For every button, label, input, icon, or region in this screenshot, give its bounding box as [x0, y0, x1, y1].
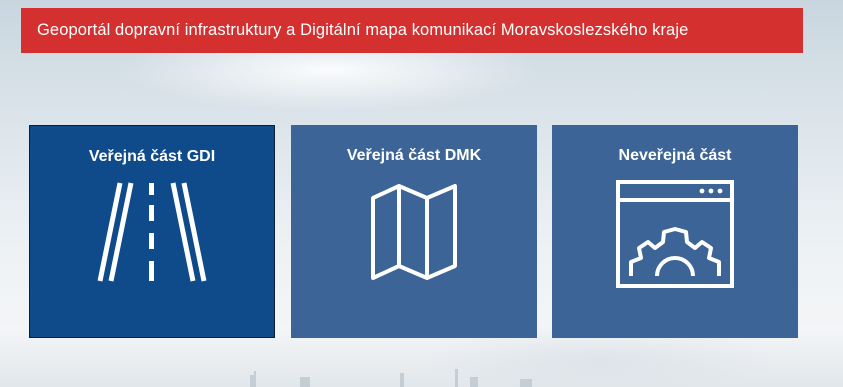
- tile-public-gdi[interactable]: Veřejná část GDI: [29, 125, 275, 338]
- tile-public-dmk[interactable]: Veřejná část DMK: [291, 125, 537, 338]
- city-skyline-decoration: [250, 369, 532, 387]
- road-icon: [97, 182, 207, 282]
- tile-label: Neveřejná část: [618, 147, 732, 164]
- tile-non-public[interactable]: Neveřejná část: [552, 125, 798, 338]
- tile-label: Veřejná část DMK: [346, 147, 482, 164]
- page-title: Geoportál dopravní infrastruktury a Digi…: [37, 21, 689, 39]
- settings-window-icon: [616, 180, 734, 288]
- tile-label: Veřejná část GDI: [88, 148, 216, 165]
- page-header: Geoportál dopravní infrastruktury a Digi…: [21, 8, 803, 53]
- map-icon: [371, 184, 457, 280]
